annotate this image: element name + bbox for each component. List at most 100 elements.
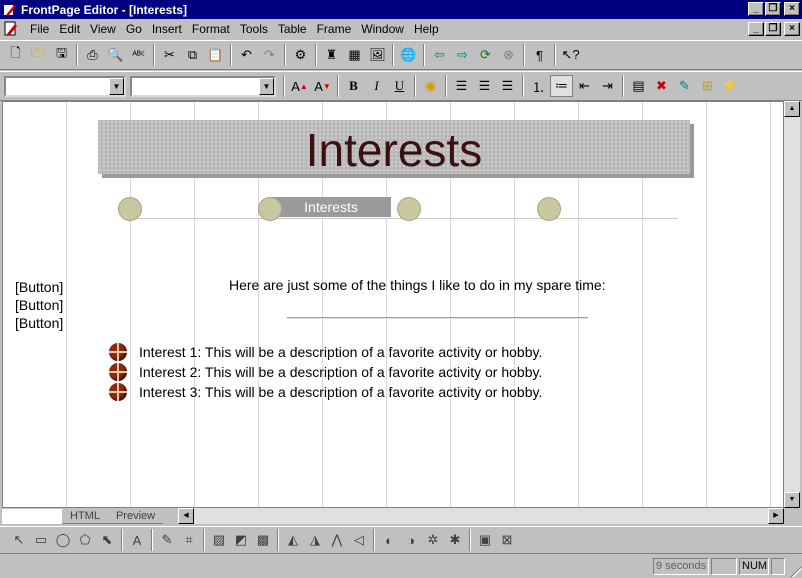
menu-go[interactable]: Go xyxy=(121,22,147,36)
delete-field-icon[interactable]: ✖ xyxy=(650,75,673,97)
circle-icon[interactable]: ◯ xyxy=(52,529,74,551)
decrease-font-icon[interactable]: A ▼ xyxy=(311,75,334,97)
show-marks-icon[interactable]: ¶ xyxy=(528,44,551,66)
left-nav-button[interactable]: [Button] xyxy=(15,315,63,331)
left-nav-button[interactable]: [Button] xyxy=(15,279,63,295)
bevel-icon[interactable]: ▣ xyxy=(474,529,496,551)
insert-table-icon[interactable]: ▦ xyxy=(343,44,366,66)
increase-font-icon[interactable]: A ▲ xyxy=(288,75,311,97)
resize-grip[interactable] xyxy=(789,565,801,577)
tab-html[interactable]: HTML xyxy=(62,509,108,524)
left-nav-button[interactable]: [Button] xyxy=(15,297,63,313)
document-icon[interactable] xyxy=(3,21,19,37)
less-contrast-icon[interactable]: ◑ xyxy=(400,529,422,551)
align-left-icon[interactable]: ☰ xyxy=(450,75,473,97)
doc-minimize-button[interactable]: _ xyxy=(748,22,764,36)
menu-help[interactable]: Help xyxy=(409,22,444,36)
hyperlink-icon[interactable]: 🌐 xyxy=(397,44,420,66)
menu-insert[interactable]: Insert xyxy=(147,22,187,36)
text-color-icon[interactable]: ◉ xyxy=(419,75,442,97)
underline-icon[interactable]: U xyxy=(388,75,411,97)
resample-icon[interactable]: ⊠ xyxy=(496,529,518,551)
align-center-icon[interactable]: ☰ xyxy=(473,75,496,97)
form-field-icon[interactable]: ▤ xyxy=(627,75,650,97)
vertical-scrollbar[interactable]: ▲ ▼ xyxy=(784,101,800,508)
minimize-button[interactable]: _ xyxy=(748,2,764,16)
horizontal-scrollbar[interactable]: ◀ ▶ xyxy=(178,508,784,524)
scroll-right-icon[interactable]: ▶ xyxy=(768,508,784,524)
pencil-icon[interactable]: ✎ xyxy=(156,529,178,551)
open-icon[interactable]: 🗁 xyxy=(27,44,50,66)
nav-current-page[interactable]: Interests xyxy=(271,197,391,217)
text-icon[interactable]: A xyxy=(126,529,148,551)
menu-frame[interactable]: Frame xyxy=(312,22,357,36)
nav-button-bullet[interactable] xyxy=(397,197,421,221)
flip-vertical-icon[interactable]: ◁ xyxy=(348,529,370,551)
spelling-icon[interactable]: ᴬᴮᶜ xyxy=(127,44,150,66)
style-dropdown[interactable]: ▼ xyxy=(4,75,126,97)
crop-icon[interactable]: ⌗ xyxy=(178,529,200,551)
scroll-up-icon[interactable]: ▲ xyxy=(784,101,800,117)
menu-view[interactable]: View xyxy=(85,22,121,36)
tab-preview[interactable]: Preview xyxy=(107,509,164,524)
highlight-hotspots-icon[interactable]: ⬉ xyxy=(96,529,118,551)
redo-icon[interactable]: ↷ xyxy=(258,44,281,66)
webbot-tool-icon[interactable]: ⚡ xyxy=(719,75,742,97)
explorer-icon[interactable]: ⚙ xyxy=(289,44,312,66)
stop-icon[interactable]: ⊗ xyxy=(497,44,520,66)
doc-close-button[interactable]: × xyxy=(784,22,800,36)
title-bar[interactable]: FrontPage Editor - [Interests] _ ❐ × xyxy=(0,0,802,19)
menu-window[interactable]: Window xyxy=(356,22,409,36)
close-button[interactable]: × xyxy=(784,2,800,16)
paste-icon[interactable]: 📋 xyxy=(204,44,227,66)
select-arrow-icon[interactable]: ↖ xyxy=(8,529,30,551)
print-icon[interactable]: ⎙ xyxy=(81,44,104,66)
editor-canvas[interactable]: Interests Interests [Button] [Button] [B… xyxy=(2,101,784,508)
italic-icon[interactable]: I xyxy=(365,75,388,97)
refresh-icon[interactable]: ⟳ xyxy=(474,44,497,66)
menu-edit[interactable]: Edit xyxy=(54,22,85,36)
flip-horizontal-icon[interactable]: ⋀ xyxy=(326,529,348,551)
nav-button-bullet[interactable] xyxy=(258,197,282,221)
insert-webbot-icon[interactable]: ♜ xyxy=(320,44,343,66)
more-contrast-icon[interactable]: ◐ xyxy=(378,529,400,551)
chevron-down-icon[interactable]: ▼ xyxy=(259,77,274,95)
scroll-left-icon[interactable]: ◀ xyxy=(178,508,194,524)
polygon-icon[interactable]: ⬠ xyxy=(74,529,96,551)
scroll-down-icon[interactable]: ▼ xyxy=(784,492,800,508)
table-tool-icon[interactable]: ⊞ xyxy=(696,75,719,97)
rotate-left-icon[interactable]: ◭ xyxy=(282,529,304,551)
menu-tools[interactable]: Tools xyxy=(235,22,273,36)
menu-table[interactable]: Table xyxy=(273,22,312,36)
tab-normal[interactable] xyxy=(2,509,62,524)
black-white-icon[interactable]: ◩ xyxy=(230,529,252,551)
image-tool-icon[interactable]: ✎ xyxy=(673,75,696,97)
insert-image-icon[interactable]: 🖼 xyxy=(366,44,389,66)
copy-icon[interactable]: ⧉ xyxy=(181,44,204,66)
rectangle-icon[interactable]: ▭ xyxy=(30,529,52,551)
cut-icon[interactable]: ✂ xyxy=(158,44,181,66)
restore-image-icon[interactable]: ▩ xyxy=(252,529,274,551)
nav-button-bullet[interactable] xyxy=(118,197,142,221)
save-icon[interactable]: 🖫 xyxy=(50,44,73,66)
doc-restore-button[interactable]: ❐ xyxy=(765,22,781,36)
restore-button[interactable]: ❐ xyxy=(765,2,781,16)
frontpage-app-icon[interactable] xyxy=(3,3,17,17)
increase-indent-icon[interactable]: ⇥ xyxy=(596,75,619,97)
undo-icon[interactable]: ↶ xyxy=(235,44,258,66)
wash-out-icon[interactable]: ▨ xyxy=(208,529,230,551)
bold-icon[interactable]: B xyxy=(342,75,365,97)
more-brightness-icon[interactable]: ✲ xyxy=(422,529,444,551)
align-right-icon[interactable]: ☰ xyxy=(496,75,519,97)
chevron-down-icon[interactable]: ▼ xyxy=(109,77,124,95)
less-brightness-icon[interactable]: ✱ xyxy=(444,529,466,551)
menu-format[interactable]: Format xyxy=(187,22,235,36)
help-icon[interactable]: ↖? xyxy=(559,44,582,66)
nav-button-bullet[interactable] xyxy=(537,197,561,221)
back-icon[interactable]: ⇦ xyxy=(428,44,451,66)
decrease-indent-icon[interactable]: ⇤ xyxy=(573,75,596,97)
forward-icon[interactable]: ⇨ xyxy=(451,44,474,66)
bulleted-list-icon[interactable]: ≔ xyxy=(550,75,573,97)
rotate-right-icon[interactable]: ◮ xyxy=(304,529,326,551)
print-preview-icon[interactable]: 🔍 xyxy=(104,44,127,66)
